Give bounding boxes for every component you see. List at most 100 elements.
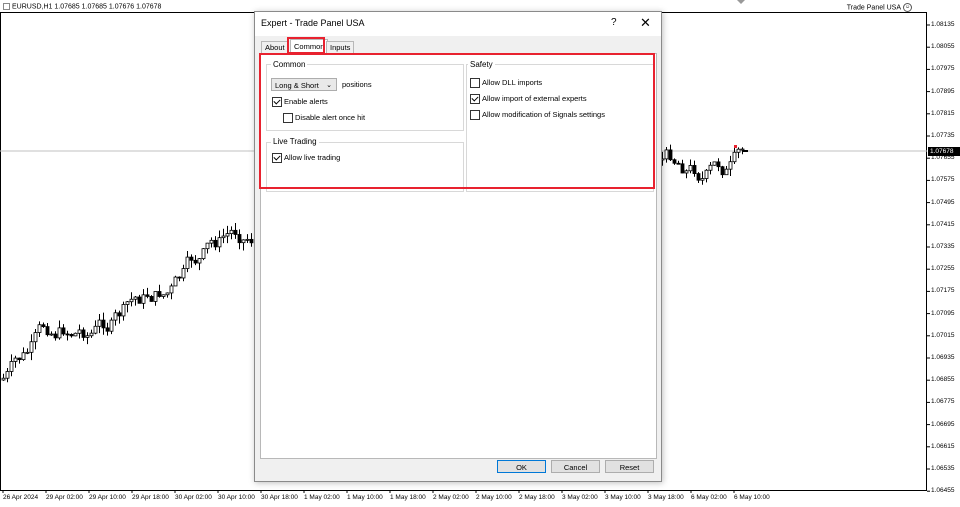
time-tick-label: 29 Apr 18:00: [132, 494, 169, 501]
price-tick-label: 1.06855: [931, 376, 955, 384]
time-tick-label: 1 May 18:00: [390, 494, 426, 501]
candle-body: [41, 324, 46, 327]
time-tick-label: 30 Apr 10:00: [218, 494, 255, 501]
candle-body: [716, 161, 721, 168]
price-tick-label: 1.06615: [931, 442, 955, 450]
candle-body: [684, 170, 689, 174]
chart-menu-icon[interactable]: [3, 3, 10, 10]
candle-body: [121, 304, 126, 317]
candle-body: [77, 329, 82, 334]
tab-about[interactable]: About: [261, 41, 289, 53]
candle-body: [213, 239, 218, 248]
candle-body: [129, 298, 134, 303]
candle-body: [61, 327, 66, 335]
candle-body: [53, 333, 58, 339]
candle-body: [724, 168, 729, 176]
candle-body: [209, 239, 214, 244]
candle-body: [89, 332, 94, 337]
candle-body: [668, 149, 673, 161]
candle-body: [692, 165, 697, 174]
candle-body: [93, 325, 98, 334]
candle-body: [105, 327, 110, 332]
candle-body: [177, 276, 182, 279]
candle-body: [101, 319, 106, 329]
candle-body: [728, 161, 733, 170]
time-tick-label: 1 May 10:00: [347, 494, 383, 501]
candle-body: [704, 169, 709, 179]
candle-body: [664, 149, 669, 160]
time-tick-label: 2 May 02:00: [433, 494, 469, 501]
expert-name-text: Trade Panel USA: [846, 4, 901, 12]
candle-body: [201, 248, 206, 260]
dialog-titlebar[interactable]: Expert - Trade Panel USA ? ✕: [255, 12, 661, 36]
chart-shift-marker-icon[interactable]: [737, 0, 745, 4]
time-tick-label: 3 May 02:00: [562, 494, 598, 501]
help-button[interactable]: ?: [611, 17, 617, 28]
price-tick-label: 1.07415: [931, 220, 955, 228]
candle-body: [33, 332, 38, 343]
time-tick-label: 30 Apr 18:00: [261, 494, 298, 501]
candle-body: [45, 326, 50, 336]
candle-body: [221, 235, 226, 239]
candle-body: [81, 329, 86, 338]
price-tick-label: 1.07095: [931, 309, 955, 317]
candle-body: [680, 163, 685, 174]
candle-body: [696, 173, 701, 181]
candle-body: [241, 239, 246, 244]
candle-body: [720, 166, 725, 176]
candle-body: [165, 292, 170, 296]
candle-body: [708, 164, 713, 171]
ok-button[interactable]: OK: [497, 460, 546, 473]
expert-name-label[interactable]: Trade Panel USA ☺: [847, 3, 912, 12]
candle-body: [153, 291, 158, 302]
settings-highlight-box: [259, 53, 655, 189]
candle-body: [97, 319, 102, 327]
candle-body: [229, 229, 234, 235]
time-tick-label: 3 May 10:00: [605, 494, 641, 501]
candle-body: [73, 332, 78, 337]
candle-body: [137, 296, 142, 304]
candle-body: [69, 334, 74, 337]
candle-body: [133, 296, 138, 300]
time-tick-label: 26 Apr 2024: [3, 494, 39, 501]
candle-body: [740, 148, 745, 151]
candle-body: [141, 294, 146, 304]
time-tick-label: 30 Apr 02:00: [175, 494, 212, 501]
candle-body: [13, 357, 18, 362]
price-tick-label: 1.07495: [931, 198, 955, 206]
candle-body: [205, 242, 210, 250]
candle-body: [736, 148, 741, 153]
candle-body: [169, 285, 174, 294]
candle-body: [181, 268, 186, 279]
candle-body: [125, 301, 130, 305]
candle-body: [225, 233, 230, 237]
candle-body: [233, 229, 238, 235]
candle-body: [149, 296, 154, 302]
price-tick-label: 1.07335: [931, 243, 955, 250]
price-tick-label: 1.06535: [931, 465, 955, 472]
time-tick-label: 2 May 10:00: [476, 494, 512, 501]
candle-body: [17, 357, 22, 361]
candle-body: [9, 361, 14, 372]
candle-body: [37, 324, 42, 333]
reset-button[interactable]: Reset: [605, 460, 654, 473]
cancel-button[interactable]: Cancel: [551, 460, 600, 473]
price-tick-label: 1.07255: [931, 265, 955, 273]
candle-body: [688, 165, 693, 172]
time-tick-label: 6 May 10:00: [734, 494, 770, 501]
price-tick-label: 1.07575: [931, 176, 955, 184]
candle-body: [117, 312, 122, 317]
time-tick-label: 6 May 02:00: [691, 494, 727, 501]
price-tick-label: 1.07975: [931, 65, 955, 73]
candle-body: [672, 159, 677, 164]
candle-body: [1, 377, 6, 381]
trade-marker: [734, 145, 737, 148]
price-tick-label: 1.07735: [931, 132, 955, 139]
candle-body: [5, 371, 10, 379]
dialog-title: Expert - Trade Panel USA: [261, 18, 365, 28]
close-button[interactable]: ✕: [640, 15, 651, 31]
candle-body: [197, 258, 202, 264]
candle-body: [57, 327, 62, 339]
tab-inputs[interactable]: Inputs: [326, 41, 355, 53]
symbol-text: EURUSD,H1 1.07685 1.07685 1.07676 1.0767…: [12, 3, 162, 11]
